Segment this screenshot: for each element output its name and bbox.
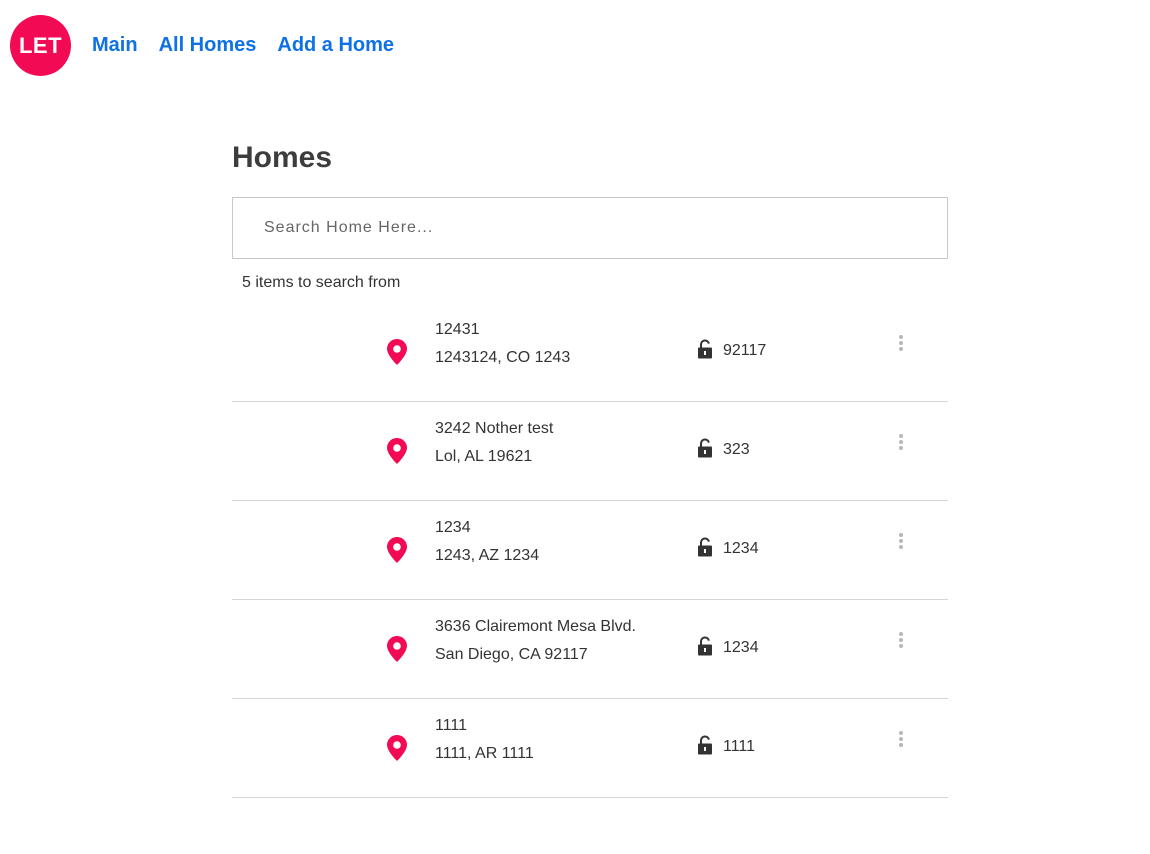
list-item[interactable]: 1111 1111, AR 1111 1111: [232, 699, 948, 798]
unlock-icon: [698, 438, 712, 458]
more-vertical-icon[interactable]: [892, 727, 910, 751]
unlock-icon: [698, 636, 712, 656]
list-item[interactable]: 12431 1243124, CO 1243 92117: [232, 303, 948, 402]
logo[interactable]: LET: [10, 15, 71, 76]
more-vertical-icon[interactable]: [892, 331, 910, 355]
search-input[interactable]: [232, 197, 948, 259]
address: 3636 Clairemont Mesa Blvd. San Diego, CA…: [435, 613, 636, 669]
home-code: 1234: [723, 639, 759, 656]
more-vertical-icon[interactable]: [892, 430, 910, 454]
address-line2: 1243124, CO 1243: [435, 349, 571, 366]
address-line1: 1111: [435, 717, 468, 734]
unlock-icon: [698, 735, 712, 755]
map-pin-icon: [387, 339, 407, 365]
address: 1234 1243, AZ 1234: [435, 514, 539, 570]
list-item[interactable]: 1234 1243, AZ 1234 1234: [232, 501, 948, 600]
more-vertical-icon[interactable]: [892, 628, 910, 652]
home-code: 323: [723, 441, 750, 458]
more-vertical-icon[interactable]: [892, 529, 910, 553]
list-item[interactable]: 3636 Clairemont Mesa Blvd. San Diego, CA…: [232, 600, 948, 699]
page-title: Homes: [232, 141, 333, 174]
address: 1111 1111, AR 1111: [435, 712, 534, 768]
home-code: 92117: [723, 342, 767, 359]
address-line1: 3242 Nother test: [435, 420, 554, 437]
address-line2: 1243, AZ 1234: [435, 547, 540, 564]
unlock-icon: [698, 339, 712, 359]
nav-link-all-homes[interactable]: All Homes: [159, 34, 257, 57]
address-line2: 1111, AR 1111: [435, 745, 534, 762]
map-pin-icon: [387, 636, 407, 662]
address-line1: 3636 Clairemont Mesa Blvd.: [435, 618, 636, 635]
items-count: 5 items to search from: [242, 274, 401, 291]
homes-panel: Homes 5 items to search from 12431 12431…: [232, 138, 948, 798]
nav-link-main[interactable]: Main: [92, 34, 138, 57]
list-item[interactable]: 3242 Nother test Lol, AL 19621 323: [232, 402, 948, 501]
nav-link-add-home[interactable]: Add a Home: [277, 34, 394, 57]
home-code: 1111: [723, 738, 756, 755]
unlock-icon: [698, 537, 712, 557]
address-line1: 1234: [435, 519, 471, 536]
map-pin-icon: [387, 735, 407, 761]
address: 3242 Nother test Lol, AL 19621: [435, 415, 553, 471]
home-code: 1234: [723, 540, 759, 557]
map-pin-icon: [387, 537, 407, 563]
top-nav: LET Main All Homes Add a Home: [10, 15, 394, 76]
map-pin-icon: [387, 438, 407, 464]
address-line1: 12431: [435, 321, 480, 338]
address-line2: Lol, AL 19621: [435, 448, 533, 465]
address-line2: San Diego, CA 92117: [435, 646, 588, 663]
address: 12431 1243124, CO 1243: [435, 316, 570, 372]
homes-list: 12431 1243124, CO 1243 92117 3242 Nother…: [232, 303, 948, 798]
